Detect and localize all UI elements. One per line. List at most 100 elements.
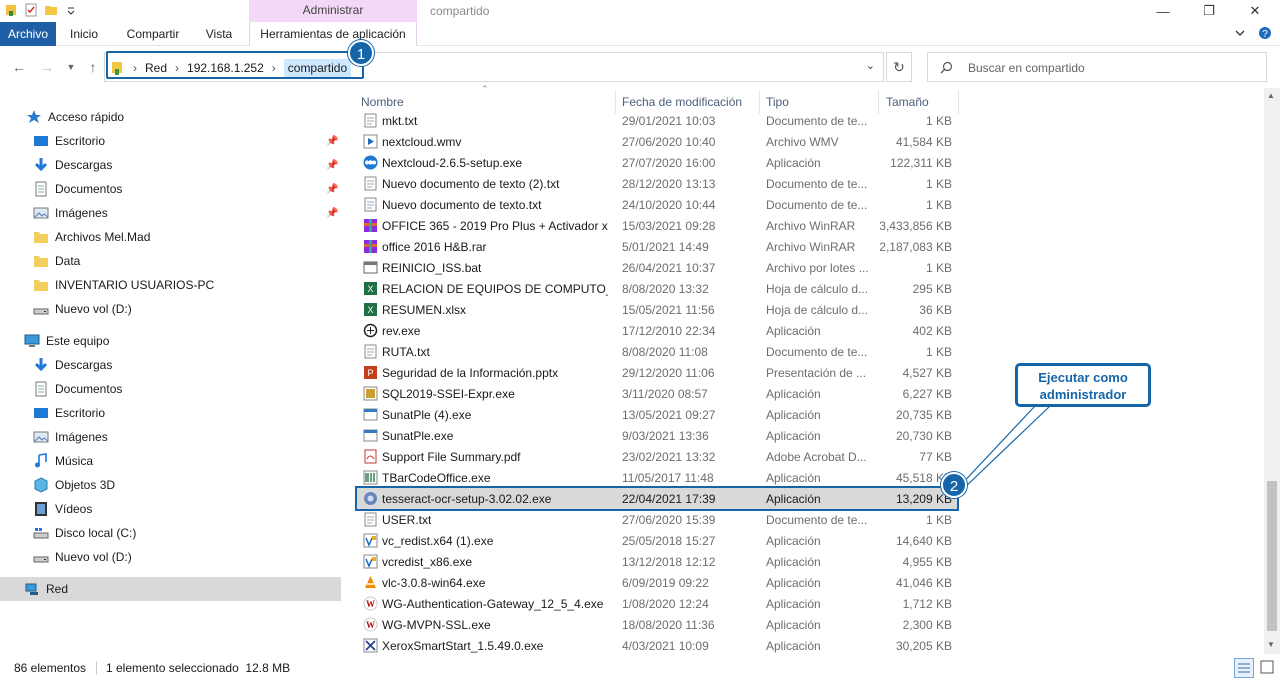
pin-icon[interactable]: 📌	[326, 208, 338, 219]
file-row[interactable]: USER.txt 27/06/2020 15:39 Documento de te.…	[357, 509, 957, 530]
network-icon	[25, 583, 38, 595]
file-row[interactable]: W WG-Authentication-Gateway_12_5_4.exe 1/0…	[357, 593, 957, 614]
pin-icon[interactable]: 📌	[326, 160, 338, 171]
details-view-icon[interactable]	[1234, 658, 1254, 678]
vertical-scrollbar[interactable]: ▲ ▼	[1264, 88, 1280, 654]
scroll-up-arrow-icon[interactable]: ▲	[1267, 91, 1275, 100]
sidebar-item-este-equipo[interactable]: Este equipo	[0, 329, 341, 353]
file-name: XeroxSmartStart_1.5.49.0.exe	[382, 638, 544, 653]
file-type: Aplicación	[766, 638, 821, 653]
scrollbar-thumb[interactable]	[1267, 481, 1277, 631]
tab-herramientas-aplicacion[interactable]: Herramientas de aplicación	[249, 22, 417, 46]
sidebar-item-pc-descargas[interactable]: Descargas	[0, 353, 341, 377]
file-row[interactable]: Nuevo documento de texto (2).txt 28/12/20…	[357, 173, 957, 194]
pin-icon[interactable]: 📌	[326, 184, 338, 195]
recent-locations-chevron-icon[interactable]: ▼	[62, 58, 80, 76]
svg-text:X: X	[367, 284, 373, 294]
wg-file-icon: W	[363, 596, 378, 611]
search-icon	[940, 61, 953, 74]
sidebar-item-acceso-rapido[interactable]: Acceso rápido	[0, 105, 341, 129]
sidebar-item-imagenes[interactable]: Imágenes 📌	[0, 201, 341, 225]
file-size: 1 KB	[925, 260, 952, 275]
ribbon-right-controls: ?	[1234, 26, 1272, 40]
file-row[interactable]: RUTA.txt 8/08/2020 11:08 Documento de te..…	[357, 341, 957, 362]
file-row[interactable]: vcredist_x86.exe 13/12/2018 12:12 Aplicaci…	[357, 551, 957, 572]
file-row[interactable]: X RESUMEN.xlsx 15/05/2021 11:56 Hoja de cál…	[357, 299, 957, 320]
pin-icon[interactable]: 📌	[326, 136, 338, 147]
file-row[interactable]: W WG-MVPN-SSL.exe 18/08/2020 11:36 Aplicaci…	[357, 614, 957, 635]
folder-properties-icon[interactable]	[4, 3, 18, 17]
sidebar-item-descargas[interactable]: Descargas 📌	[0, 153, 341, 177]
svg-text:P: P	[367, 368, 373, 378]
sidebar-item-escritorio[interactable]: Escritorio 📌	[0, 129, 341, 153]
properties-check-icon[interactable]	[24, 3, 38, 17]
tab-compartir[interactable]: Compartir	[118, 22, 188, 46]
file-row[interactable]: P Seguridad de la Información.pptx 29/12/2…	[357, 362, 957, 383]
sidebar-item-red[interactable]: Red	[0, 577, 341, 601]
file-name: WG-MVPN-SSL.exe	[382, 617, 491, 632]
sidebar-item-nuevo-vol-quick[interactable]: Nuevo vol (D:)	[0, 297, 341, 321]
file-name: rev.exe	[382, 323, 421, 338]
sidebar-item-pc-documentos[interactable]: Documentos	[0, 377, 341, 401]
file-row-selected[interactable]: tesseract-ocr-setup-3.02.02.exe 22/04/202…	[355, 486, 959, 511]
new-folder-icon[interactable]	[44, 3, 58, 17]
close-button[interactable]: ✕	[1232, 0, 1278, 22]
file-name: vc_redist.x64 (1).exe	[382, 533, 494, 548]
file-row[interactable]: rev.exe 17/12/2010 22:34 Aplicación 402 KB	[357, 320, 957, 341]
minimize-button[interactable]: —	[1140, 0, 1186, 22]
sidebar-item-archivos-mel[interactable]: Archivos Mel.Mad	[0, 225, 341, 249]
tab-vista[interactable]: Vista	[196, 22, 242, 46]
file-name: USER.txt	[382, 512, 432, 527]
maximize-button[interactable]: ❐	[1186, 0, 1232, 22]
file-name: SunatPle (4).exe	[382, 407, 472, 422]
folder-icon	[34, 256, 48, 267]
chevron-down-icon[interactable]	[64, 3, 78, 17]
tab-inicio[interactable]: Inicio	[60, 22, 108, 46]
sidebar-item-pc-disco-c[interactable]: Disco local (C:)	[0, 521, 341, 545]
expand-ribbon-icon[interactable]	[1234, 27, 1246, 39]
file-size: 14,640 KB	[895, 533, 952, 548]
address-dropdown-icon[interactable]: ⌄	[866, 59, 875, 72]
sidebar-item-pc-escritorio[interactable]: Escritorio	[0, 401, 341, 425]
tab-archivo[interactable]: Archivo	[0, 22, 56, 46]
sidebar-item-documentos[interactable]: Documentos 📌	[0, 177, 341, 201]
file-row[interactable]: Nuevo documento de texto.txt 24/10/2020 1…	[357, 194, 957, 215]
file-row[interactable]: office 2016 H&B.rar 5/01/2021 14:49 Archiv…	[357, 236, 957, 257]
sidebar-item-inventario[interactable]: INVENTARIO USUARIOS-PC	[0, 273, 341, 297]
scroll-down-arrow-icon[interactable]: ▼	[1267, 640, 1275, 649]
sidebar-item-data[interactable]: Data	[0, 249, 341, 273]
back-arrow-icon[interactable]: ←	[10, 58, 28, 76]
up-arrow-icon[interactable]: ↑	[84, 58, 102, 76]
file-row[interactable]: REINICIO_ISS.bat 26/04/2021 10:37 Archivo …	[357, 257, 957, 278]
file-row[interactable]: SQL2019-SSEI-Expr.exe 3/11/2020 08:57 Apli…	[357, 383, 957, 404]
help-icon[interactable]: ?	[1258, 26, 1272, 40]
sidebar-item-pc-videos[interactable]: Vídeos	[0, 497, 341, 521]
navigation-pane: Acceso rápido Escritorio 📌 Descargas 📌 D…	[0, 92, 341, 654]
column-divider[interactable]	[958, 90, 959, 114]
file-row[interactable]: Nextcloud-2.6.5-setup.exe 27/07/2020 16:0…	[357, 152, 957, 173]
file-row[interactable]: OFFICE 365 - 2019 Pro Plus + Activador x…	[357, 215, 957, 236]
search-input[interactable]: Buscar en compartido	[927, 52, 1267, 82]
forward-arrow-icon[interactable]: →	[38, 58, 56, 76]
file-row[interactable]: nextcloud.wmv 27/06/2020 10:40 Archivo WMV…	[357, 131, 957, 152]
file-row[interactable]: SunatPle.exe 9/03/2021 13:36 Aplicación 20,…	[357, 425, 957, 446]
file-type: Archivo WinRAR	[766, 218, 856, 233]
file-row[interactable]: vlc-3.0.8-win64.exe 6/09/2019 09:22 Aplica…	[357, 572, 957, 593]
sidebar-item-pc-musica[interactable]: Música	[0, 449, 341, 473]
file-row[interactable]: Support File Summary.pdf 23/02/2021 13:32…	[357, 446, 957, 467]
file-row[interactable]: vc_redist.x64 (1).exe 25/05/2018 15:27 Apl…	[357, 530, 957, 551]
file-row[interactable]: TBarCodeOffice.exe 11/05/2017 11:48 Aplica…	[357, 467, 957, 488]
sidebar-item-pc-nuevo-vol[interactable]: Nuevo vol (D:)	[0, 545, 341, 569]
sidebar-item-pc-objetos3d[interactable]: Objetos 3D	[0, 473, 341, 497]
file-type: Archivo por lotes ...	[766, 260, 869, 275]
large-icons-view-icon[interactable]	[1258, 658, 1278, 678]
file-row[interactable]: SunatPle (4).exe 13/05/2021 09:27 Aplicaci…	[357, 404, 957, 425]
file-date: 22/04/2021 17:39	[622, 491, 716, 506]
file-row[interactable]: X RELACION DE EQUIPOS DE COMPUTO_0... 8/08…	[357, 278, 957, 299]
file-row[interactable]: mkt.txt 29/01/2021 10:03 Documento de te..…	[357, 110, 957, 131]
quick-access-toolbar	[4, 3, 78, 17]
sidebar-item-pc-imagenes[interactable]: Imágenes	[0, 425, 341, 449]
refresh-button[interactable]: ↻	[886, 52, 912, 82]
file-row[interactable]: XeroxSmartStart_1.5.49.0.exe 4/03/2021 10…	[357, 635, 957, 656]
xerox-file-icon	[363, 638, 378, 653]
